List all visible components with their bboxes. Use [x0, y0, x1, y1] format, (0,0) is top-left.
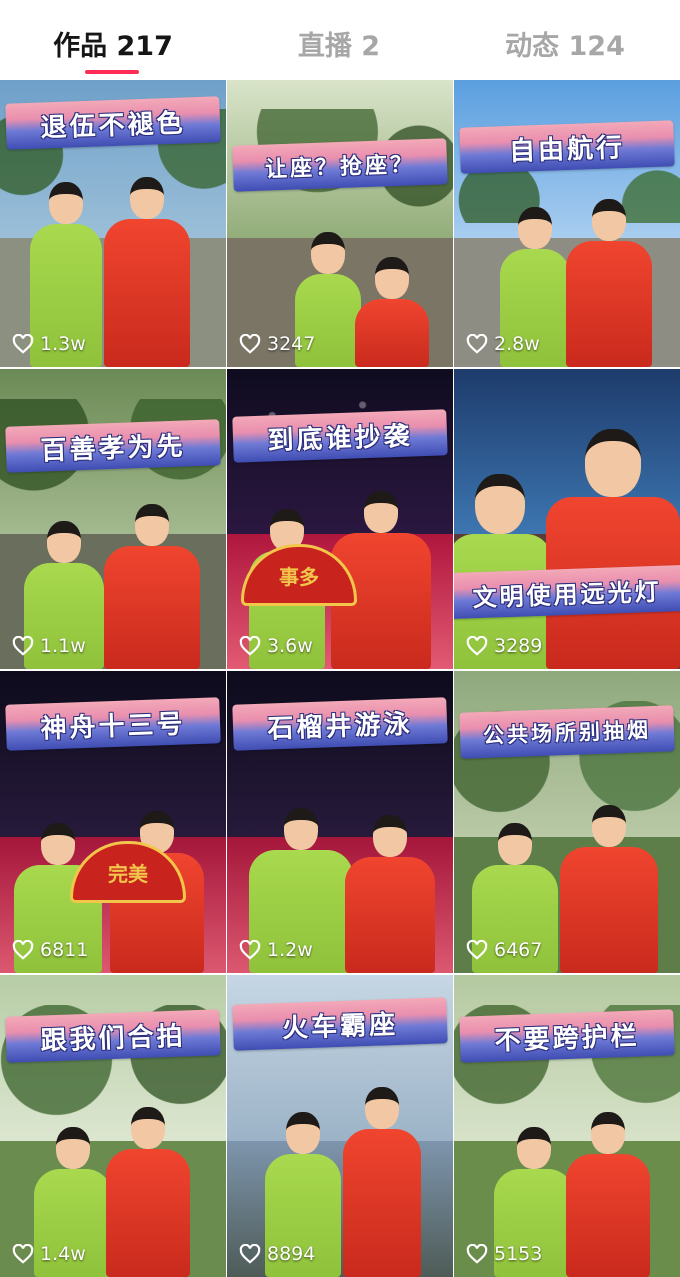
video-thumbnail[interactable]: 退伍不褪色 1.3w	[0, 80, 226, 367]
like-count: 8894	[239, 1243, 315, 1265]
video-thumbnail[interactable]: 百善孝为先 1.1w	[0, 369, 226, 669]
heart-icon	[466, 940, 488, 960]
tab-posts[interactable]: 动态 124	[452, 24, 678, 63]
video-thumbnail[interactable]: 公共场所别抽烟 6467	[454, 671, 680, 973]
like-count: 3247	[239, 333, 315, 355]
video-thumbnail[interactable]: 火车霸座 8894	[227, 975, 453, 1277]
video-thumbnail[interactable]: 文明使用远光灯 3289	[454, 369, 680, 669]
video-grid: 退伍不褪色 1.3w 让座？抢座？ 3247 自由航行 2.8w 百善孝为先 1…	[0, 80, 680, 1277]
video-title-banner: 到底谁抄袭	[232, 409, 448, 463]
video-title-banner: 火车霸座	[232, 997, 448, 1051]
like-count: 6811	[12, 939, 88, 961]
heart-icon	[239, 334, 261, 354]
heart-icon	[239, 1244, 261, 1264]
like-count: 2.8w	[466, 333, 540, 355]
like-count: 5153	[466, 1243, 542, 1265]
heart-icon	[12, 334, 34, 354]
video-title-banner: 百善孝为先	[5, 419, 221, 473]
video-thumbnail[interactable]: 不要跨护栏 5153	[454, 975, 680, 1277]
performer-red-robe	[345, 815, 435, 973]
performer-red-robe	[355, 257, 429, 367]
heart-icon	[466, 334, 488, 354]
performer-red-robe	[104, 177, 190, 367]
heart-icon	[12, 940, 34, 960]
heart-icon	[466, 1244, 488, 1264]
like-count: 3289	[466, 635, 542, 657]
heart-icon	[12, 636, 34, 656]
active-tab-indicator	[85, 70, 139, 74]
video-title-banner: 跟我们合拍	[5, 1009, 221, 1063]
performer-red-robe	[566, 1112, 650, 1277]
video-thumbnail[interactable]: 到底谁抄袭 事多 3.6w	[227, 369, 453, 669]
video-thumbnail[interactable]: 石榴井游泳 1.2w	[227, 671, 453, 973]
like-count: 1.3w	[12, 333, 86, 355]
like-count: 3.6w	[239, 635, 313, 657]
video-title-banner: 不要跨护栏	[459, 1009, 675, 1063]
video-title-banner: 文明使用远光灯	[454, 564, 680, 620]
video-title-banner: 石榴井游泳	[232, 697, 448, 751]
heart-icon	[239, 636, 261, 656]
profile-tab-bar: 作品 217 直播 2 动态 124	[0, 0, 680, 78]
video-title-banner: 退伍不褪色	[5, 96, 221, 150]
video-thumbnail[interactable]: 跟我们合拍 1.4w	[0, 975, 226, 1277]
performer-red-robe	[106, 1107, 190, 1277]
video-title-banner: 自由航行	[459, 120, 675, 174]
video-title-banner: 神舟十三号	[5, 697, 221, 751]
performer-red-robe	[566, 199, 652, 367]
tab-works[interactable]: 作品 217	[0, 24, 226, 63]
heart-icon	[12, 1244, 34, 1264]
heart-icon	[239, 940, 261, 960]
performer-red-robe	[104, 504, 200, 669]
video-thumbnail[interactable]: 自由航行 2.8w	[454, 80, 680, 367]
tab-live[interactable]: 直播 2	[226, 24, 452, 63]
performer-red-robe	[546, 429, 680, 669]
video-thumbnail[interactable]: 让座？抢座？ 3247	[227, 80, 453, 367]
like-count: 1.2w	[239, 939, 313, 961]
like-count: 1.4w	[12, 1243, 86, 1265]
like-count: 6467	[466, 939, 542, 961]
video-thumbnail[interactable]: 神舟十三号 完美 6811	[0, 671, 226, 973]
heart-icon	[466, 636, 488, 656]
video-title-banner: 公共场所别抽烟	[459, 705, 675, 759]
video-title-banner: 让座？抢座？	[232, 138, 448, 192]
like-count: 1.1w	[12, 635, 86, 657]
performer-red-robe	[343, 1087, 421, 1277]
performer-red-robe	[560, 805, 658, 973]
